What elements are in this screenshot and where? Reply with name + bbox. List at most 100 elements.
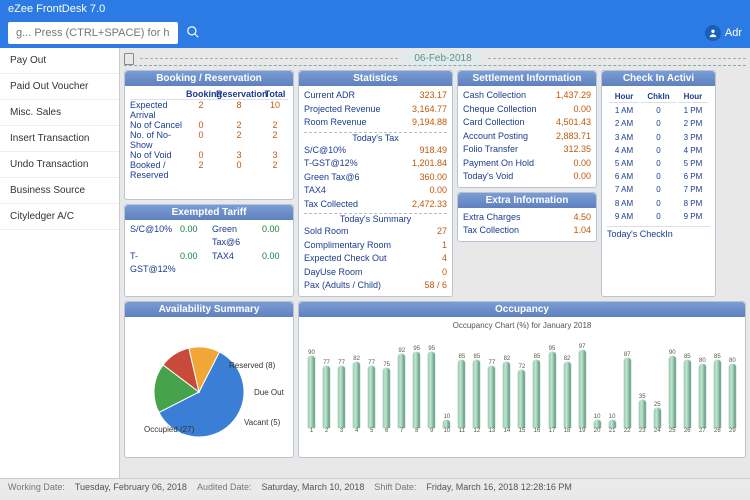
kv-row: T-GST@12%0.00TAX40.00 xyxy=(130,250,288,277)
panel-title: Exempted Tariff xyxy=(125,205,293,220)
search-icon[interactable] xyxy=(184,23,202,44)
table-row: 6 AM06 PM xyxy=(609,171,708,182)
bar-column: 8511 xyxy=(455,354,468,434)
bar-column: 901 xyxy=(305,350,318,434)
status-value: Saturday, March 10, 2018 xyxy=(261,482,364,492)
kv-row: Extra Charges4.50 xyxy=(463,211,591,225)
kv-row: TAX40.00 xyxy=(304,184,447,198)
occupancy-subtitle: Occupancy Chart (%) for January 2018 xyxy=(305,321,739,330)
status-value: Tuesday, February 06, 2018 xyxy=(75,482,187,492)
avatar-icon xyxy=(705,25,721,41)
bar-column: 8516 xyxy=(530,354,543,434)
pie-label: Occupied (27) xyxy=(144,425,195,434)
bar-column: 1020 xyxy=(591,414,604,434)
panel-title: Check In Activi xyxy=(602,71,715,86)
kv-row: DayUse Room0 xyxy=(304,266,447,280)
status-label: Shift Date: xyxy=(374,482,416,492)
panel-title: Occupancy xyxy=(299,302,745,317)
bar-column: 2524 xyxy=(651,402,664,434)
kv-row: Tax Collection1.04 xyxy=(463,224,591,238)
kv-row: Sold Room27 xyxy=(304,225,447,239)
main-toolbar: Adr xyxy=(0,18,750,48)
user-menu[interactable]: Adr xyxy=(705,25,742,41)
table-row: 7 AM07 PM xyxy=(609,184,708,195)
table-row: 3 AM03 PM xyxy=(609,132,708,143)
kv-row: Projected Revenue3,164.77 xyxy=(304,103,447,117)
table-row: No of Cancel022 xyxy=(130,120,288,130)
bar-column: 775 xyxy=(365,360,378,434)
panel-availability: Availability Summary Occupied (27)Reserv… xyxy=(124,301,294,458)
table-row: Expected Arrival2810 xyxy=(130,100,288,120)
availability-pie-chart: Occupied (27)Reserved (8)Due Out (5)Vaca… xyxy=(134,322,284,452)
bar-column: 1021 xyxy=(606,414,619,434)
pie-label: Vacant (5) xyxy=(244,418,281,427)
panel-title: Statistics xyxy=(299,71,452,86)
sidebar-item[interactable]: Paid Out Voucher xyxy=(0,74,119,100)
document-icon[interactable] xyxy=(124,53,134,65)
sidebar-item[interactable]: Undo Transaction xyxy=(0,152,119,178)
table-row: 2 AM02 PM xyxy=(609,118,708,129)
table-row: 5 AM05 PM xyxy=(609,158,708,169)
bar-column: 8722 xyxy=(621,352,634,434)
kv-row: Today's Void0.00 xyxy=(463,170,591,184)
kv-row: Expected Check Out4 xyxy=(304,252,447,266)
kv-row: Cheque Collection0.00 xyxy=(463,103,591,117)
table-row: No. of No-Show022 xyxy=(130,130,288,150)
title-bar: eZee FrontDesk 7.0 xyxy=(0,0,750,18)
col-header: Booking xyxy=(186,89,216,99)
kv-row: T-GST@12%1,201.84 xyxy=(304,157,447,171)
bar-column: 8512 xyxy=(470,354,483,434)
panel-occupancy: Occupancy Occupancy Chart (%) for Januar… xyxy=(298,301,746,458)
col-header: Total xyxy=(262,89,288,99)
bar-column: 958 xyxy=(410,346,423,434)
sub-header: Today's Summary xyxy=(304,213,447,224)
occupancy-bar-chart: 9017727738247757569279589591010851185127… xyxy=(305,334,739,434)
bar-column: 7215 xyxy=(515,364,528,434)
kv-row: Current ADR323.17 xyxy=(304,89,447,103)
table-row: Booked / Reserved202 xyxy=(130,160,288,180)
panel-extra: Extra Information Extra Charges4.50Tax C… xyxy=(457,192,597,242)
bar-column: 773 xyxy=(335,360,348,434)
sidebar-item[interactable]: Pay Out xyxy=(0,48,119,74)
kv-row: Card Collection4,501.43 xyxy=(463,116,591,130)
sidebar-item[interactable]: Insert Transaction xyxy=(0,126,119,152)
bar-column: 3523 xyxy=(636,394,649,434)
status-value: Friday, March 16, 2018 12:28:16 PM xyxy=(426,482,571,492)
panel-exempted: Exempted Tariff S/C@10%0.00Green Tax@60.… xyxy=(124,204,294,297)
kv-row: S/C@10%0.00Green Tax@60.00 xyxy=(130,223,288,250)
panel-statistics: Statistics Current ADR323.17Projected Re… xyxy=(298,70,453,297)
bar-column: 9719 xyxy=(576,344,589,434)
bar-column: 756 xyxy=(380,362,393,434)
user-label: Adr xyxy=(725,27,742,39)
table-row: No of Void033 xyxy=(130,150,288,160)
working-date-chip: 06-Feb-2018 xyxy=(404,52,481,65)
sidebar-item[interactable]: Business Source xyxy=(0,178,119,204)
table-row: 1 AM01 PM xyxy=(609,105,708,116)
table-row: 4 AM04 PM xyxy=(609,145,708,156)
panel-title: Booking / Reservation xyxy=(125,71,293,86)
sidebar-item[interactable]: Misc. Sales xyxy=(0,100,119,126)
bar-column: 927 xyxy=(395,348,408,434)
table-row: 8 AM08 PM xyxy=(609,198,708,209)
col-header: Reservation xyxy=(216,89,262,99)
pie-label: Reserved (8) xyxy=(229,361,276,370)
kv-row: Pax (Adults / Child)58 / 6 xyxy=(304,279,447,293)
bar-column: 824 xyxy=(350,356,363,434)
kv-row: Complimentary Room1 xyxy=(304,239,447,253)
table-row: 9 AM09 PM xyxy=(609,211,708,222)
search-input[interactable] xyxy=(8,22,178,44)
kv-row: Cash Collection1,437.29 xyxy=(463,89,591,103)
panel-checkin: Check In Activi HourChkInHour1 AM01 PM2 … xyxy=(601,70,716,297)
kv-row: Payment On Hold0.00 xyxy=(463,157,591,171)
bar-column: 9025 xyxy=(666,350,679,434)
app-title: eZee FrontDesk 7.0 xyxy=(8,3,105,15)
sidebar-item[interactable]: Cityledger A/C xyxy=(0,204,119,230)
bar-column: 772 xyxy=(320,360,333,434)
panel-title: Extra Information xyxy=(458,193,596,208)
kv-row: Green Tax@6360.00 xyxy=(304,171,447,185)
bar-column: 7713 xyxy=(485,360,498,434)
bar-column: 8528 xyxy=(711,354,724,434)
status-bar: Working Date: Tuesday, February 06, 2018… xyxy=(0,478,750,495)
panel-title: Settlement Information xyxy=(458,71,596,86)
checkin-footer-label[interactable]: Today's CheckIn xyxy=(607,229,673,239)
